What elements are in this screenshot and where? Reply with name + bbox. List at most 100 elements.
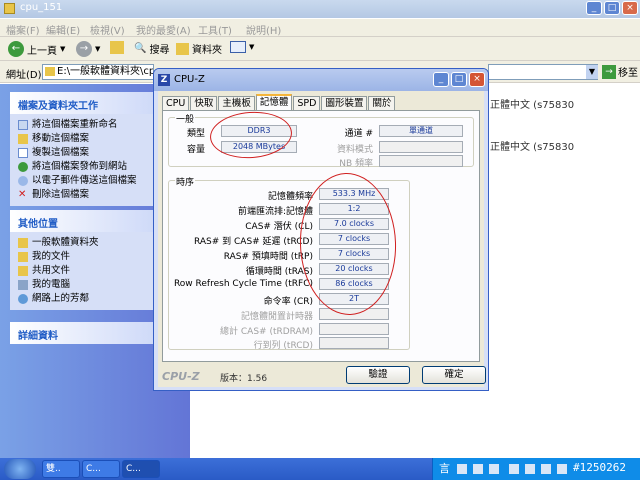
folder-icon — [4, 3, 15, 14]
type-value: DDR3 — [221, 125, 297, 137]
ras-precharge-label: RAS# 預填時間 (tRP) — [223, 252, 313, 262]
tray-icon[interactable] — [489, 464, 499, 474]
tray-icon[interactable] — [473, 464, 483, 474]
tab-about[interactable]: 關於 — [368, 96, 396, 110]
address-input-end[interactable] — [488, 64, 598, 80]
tab-graphics[interactable]: 圖形裝置 — [321, 96, 368, 110]
maximize-button[interactable]: □ — [604, 1, 620, 15]
delete-icon: ✕ — [18, 189, 27, 200]
place-shared-documents[interactable]: 共用文件 — [18, 264, 172, 278]
menu-file[interactable]: 檔案(F) — [6, 22, 40, 37]
timings-group: 時序 記憶體頻率 533.3 MHz 前端匯流排:記憶體 1:2 CAS# 潛伏… — [168, 175, 410, 351]
back-arrow-icon: ← — [8, 41, 24, 57]
cpuz-window: Z CPU-Z _ □ × CPU 快取 主機板 記憶體 SPD 圖形裝置 關於… — [153, 68, 489, 391]
menu-edit[interactable]: 編輯(E) — [46, 22, 80, 37]
task-publish[interactable]: 將這個檔案發佈到網站 — [18, 160, 172, 174]
place-software-folder[interactable]: 一般軟體資料夾 — [18, 236, 172, 250]
type-label: 類型 — [186, 129, 205, 139]
cpuz-close-button[interactable]: × — [469, 72, 485, 87]
menu-help[interactable]: 說明(H) — [246, 22, 281, 37]
tray-icon[interactable] — [541, 464, 551, 474]
ras-precharge-value: 7 clocks — [319, 248, 389, 260]
cpuz-title-bar[interactable]: Z CPU-Z _ □ × — [154, 69, 488, 91]
size-value: 2048 MBytes — [221, 141, 297, 153]
close-button[interactable]: × — [622, 1, 638, 15]
views-button[interactable]: ▼ — [230, 41, 254, 53]
dc-mode-value — [379, 141, 463, 153]
up-folder-button[interactable] — [110, 41, 124, 54]
tab-cache[interactable]: 快取 — [190, 96, 218, 110]
publish-web-icon — [18, 162, 28, 172]
task-copy[interactable]: 複製這個檔案 — [18, 146, 172, 160]
tray-icon[interactable] — [509, 464, 519, 474]
place-my-computer[interactable]: 我的電腦 — [18, 278, 172, 292]
chevron-down-icon: ▼ — [95, 45, 101, 53]
row-refresh-value: 86 clocks — [319, 278, 389, 290]
menu-view[interactable]: 檢視(V) — [90, 22, 125, 37]
place-network[interactable]: 網路上的芳鄰 — [18, 292, 172, 306]
cpuz-footer: CPU-Z 版本：1.56 驗證 確定 — [162, 365, 486, 385]
task-move[interactable]: 移動這個檔案 — [18, 132, 172, 146]
taskbar-item-folder[interactable]: C... — [82, 460, 120, 478]
cpuz-title: CPU-Z — [174, 74, 205, 85]
start-button[interactable] — [4, 459, 36, 479]
folders-button[interactable]: 資料夾 — [176, 41, 222, 56]
row-to-column-value — [319, 337, 389, 349]
go-button[interactable]: → 移至 — [602, 64, 638, 79]
tab-memory[interactable]: 記憶體 — [255, 94, 293, 110]
back-button[interactable]: ← 上一頁 ▼ — [8, 41, 65, 57]
search-button[interactable]: 🔍 搜尋 — [134, 41, 169, 56]
email-icon — [18, 176, 28, 186]
tab-cpu[interactable]: CPU — [162, 96, 190, 110]
task-email[interactable]: 以電子郵件傳送這個檔案 — [18, 174, 172, 188]
list-item[interactable]: 正體中文 (s75830 — [490, 96, 574, 111]
ime-indicator[interactable]: 言 — [439, 460, 450, 476]
ras-to-cas-value: 7 clocks — [319, 233, 389, 245]
chevron-down-icon: ▼ — [60, 45, 66, 53]
go-arrow-icon: → — [602, 64, 616, 79]
cpuz-logo-icon: Z — [158, 74, 170, 86]
dram-frequency-value: 533.3 MHz — [319, 188, 389, 200]
tab-spd[interactable]: SPD — [293, 96, 321, 110]
tray-icon[interactable] — [525, 464, 535, 474]
tray-icon[interactable] — [457, 464, 467, 474]
taskbar-item-cpuz[interactable]: C... — [122, 460, 160, 478]
tab-mainboard[interactable]: 主機板 — [218, 96, 255, 110]
cpuz-brand: CPU-Z — [162, 370, 200, 383]
task-delete[interactable]: ✕ 刪除這個檔案 — [18, 188, 172, 202]
dram-frequency-label: 記憶體頻率 — [267, 192, 313, 202]
tray-icon[interactable] — [557, 464, 567, 474]
address-label: 網址(D) — [6, 70, 42, 81]
ras-to-cas-label: RAS# 到 CAS# 延遲 (tRCD) — [193, 237, 313, 247]
menu-favorites[interactable]: 我的最愛(A) — [136, 22, 191, 37]
cpuz-minimize-button[interactable]: _ — [433, 72, 449, 87]
taskbar-item-ie[interactable]: 雙.. — [42, 460, 80, 478]
address-input[interactable]: E:\一般軟體資料夾\cpu — [42, 64, 154, 80]
row-refresh-label: Row Refresh Cycle Time (tRFC) — [173, 279, 313, 289]
forward-button[interactable]: → ▼ — [76, 41, 100, 57]
system-tray: 言 #1250262 — [432, 458, 640, 480]
cpuz-body: CPU 快取 主機板 記憶體 SPD 圖形裝置 關於 一般 類型 DDR3 容量… — [158, 91, 486, 387]
idle-timer-label: 記憶體閒置計時器 — [240, 312, 313, 322]
menu-tools[interactable]: 工具(T) — [198, 22, 232, 37]
network-icon — [18, 294, 28, 304]
minimize-button[interactable]: _ — [586, 1, 602, 15]
explorer-title-bar[interactable]: cpu_151 _ □ × — [0, 0, 640, 18]
ok-button[interactable]: 確定 — [422, 366, 486, 384]
task-rename[interactable]: 將這個檔案重新命名 — [18, 118, 172, 132]
fsb-dram-value: 1:2 — [319, 203, 389, 215]
general-group-title: 一般 — [175, 112, 196, 125]
dc-mode-label: 資料模式 — [336, 145, 373, 155]
command-rate-label: 命令率 (CR) — [263, 297, 313, 307]
explorer-title: cpu_151 — [20, 2, 63, 13]
list-item[interactable]: 正體中文 (s75830 — [490, 138, 574, 153]
taskbar: 雙.. C... C... 言 #1250262 — [0, 458, 640, 480]
cpuz-maximize-button[interactable]: □ — [451, 72, 467, 87]
place-my-documents[interactable]: 我的文件 — [18, 250, 172, 264]
general-group: 一般 類型 DDR3 容量 2048 MBytes 通道 # 單通道 資料模式 … — [168, 112, 474, 169]
validate-button[interactable]: 驗證 — [346, 366, 410, 384]
row-to-column-label: 行到列 (tRCD) — [253, 341, 313, 351]
address-dropdown-icon[interactable]: ▼ — [586, 65, 598, 79]
command-rate-value: 2T — [319, 293, 389, 305]
total-cas-value — [319, 323, 389, 335]
